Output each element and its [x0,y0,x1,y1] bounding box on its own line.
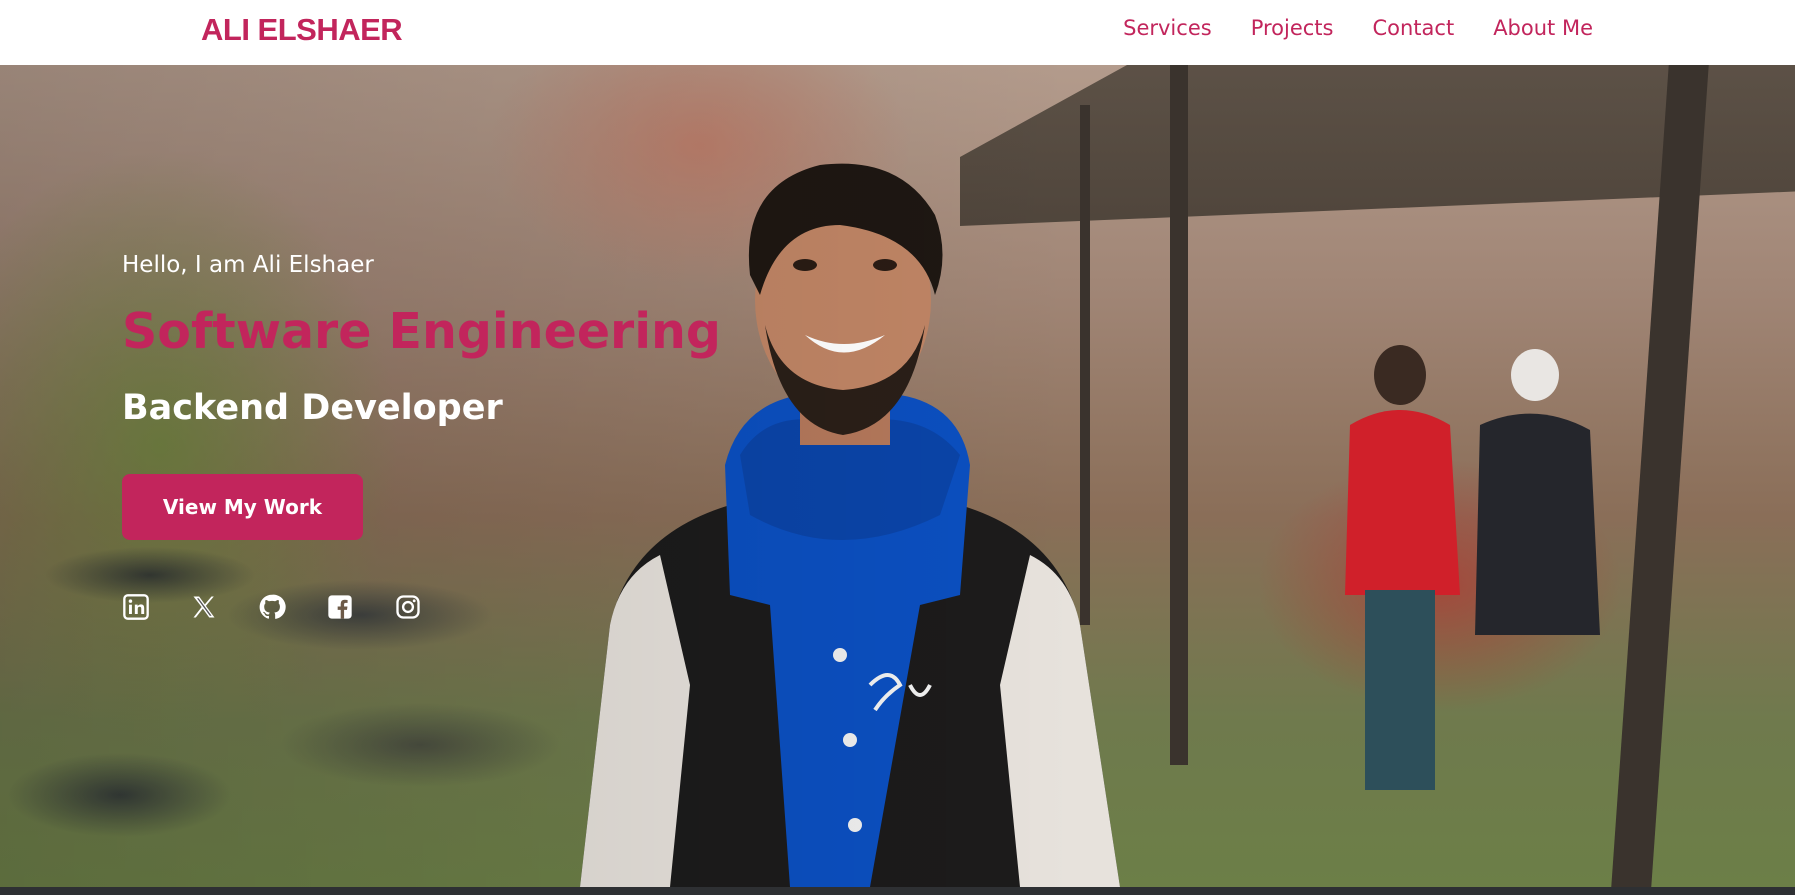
nav-link-about-me[interactable]: About Me [1493,16,1593,40]
navbar: ALI ELSHAER Services Projects Contact Ab… [0,0,1795,65]
instagram-icon[interactable] [394,593,422,621]
hero-greeting: Hello, I am Ali Elshaer [122,252,374,278]
hero-subheadline: Backend Developer [122,388,503,428]
view-my-work-button[interactable]: View My Work [122,474,363,540]
x-icon[interactable] [190,593,218,621]
facebook-icon[interactable] [326,593,354,621]
nav-link-projects[interactable]: Projects [1251,16,1334,40]
github-icon[interactable] [258,593,286,621]
hero-headline: Software Engineering [122,303,721,360]
social-links [122,593,422,621]
nav-links: Services Projects Contact About Me [1123,16,1593,40]
bottom-bar [0,887,1795,895]
nav-link-contact[interactable]: Contact [1372,16,1454,40]
nav-link-services[interactable]: Services [1123,16,1212,40]
brand-logo[interactable]: ALI ELSHAER [201,12,403,48]
hero-section: Hello, I am Ali Elshaer Software Enginee… [0,65,1795,887]
linkedin-icon[interactable] [122,593,150,621]
